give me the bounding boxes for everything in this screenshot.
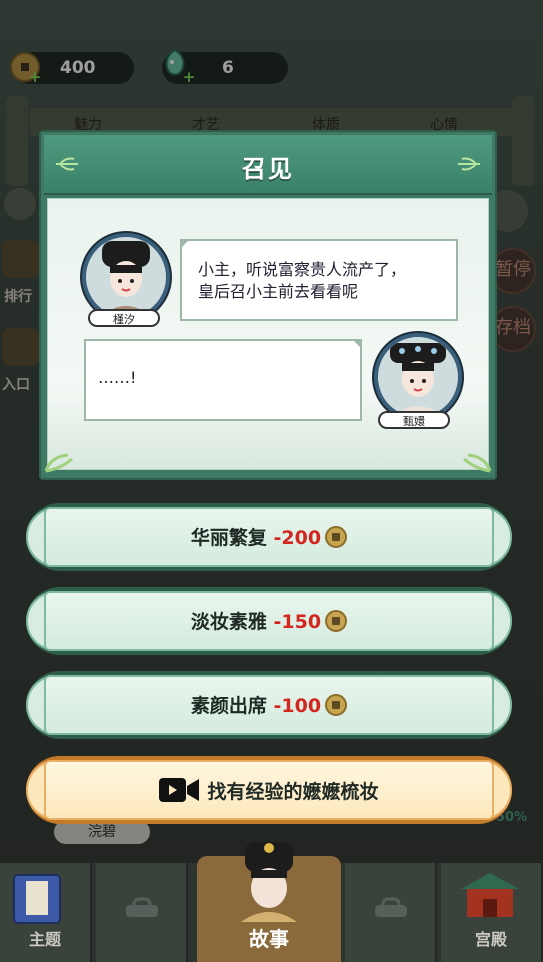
option-label-row: 找有经验的嬷嬷梳妆: [26, 776, 512, 804]
jinxi-portrait-icon: [100, 241, 152, 317]
option-label: 华丽繁复: [190, 527, 267, 549]
option-cost: -200: [273, 527, 322, 549]
video-option-label: 找有经验的嬷嬷梳妆: [207, 781, 379, 803]
option-label-row: 淡妆素雅 -150: [26, 607, 512, 634]
option-label-row: 素颜出席 -100: [26, 691, 512, 718]
zhenhuan-avatar: [374, 333, 462, 421]
leaf-ornament-icon: [458, 157, 480, 171]
video-camera-icon: [159, 778, 200, 802]
jinxi-line-1: 小主，听说富察贵人流产了，: [198, 260, 407, 279]
jinxi-name: 槿汐: [113, 313, 135, 326]
lock-icon: [126, 897, 158, 917]
palace-icon: [461, 873, 519, 917]
leaf-ornament-icon: [463, 453, 492, 473]
zhenhuan-speech-bubble: ……!: [84, 339, 362, 421]
option-label: 淡妆素雅: [190, 611, 267, 633]
option-lavish-button[interactable]: 华丽繁复 -200: [26, 503, 512, 571]
leaf-ornament-icon: [44, 453, 73, 473]
zhenhuan-portrait-icon: [390, 343, 446, 417]
option-plain-button[interactable]: 素颜出席 -100: [26, 671, 512, 739]
dialog-body: 槿汐 小主，听说富察贵人流产了， 皇后召小主前去看看呢 ……! 甄嬛: [44, 198, 492, 473]
nav-theme-label: 主题: [28, 930, 61, 949]
bubble-fold: [352, 339, 362, 349]
option-label: 素颜出席: [190, 695, 267, 717]
empress-portrait-icon: [241, 842, 297, 922]
nav-locked-2[interactable]: [345, 863, 437, 962]
nav-palace[interactable]: 宫殿: [441, 863, 543, 962]
jinxi-speech-bubble: 小主，听说富察贵人流产了， 皇后召小主前去看看呢: [180, 239, 458, 321]
option-cost: -100: [273, 695, 322, 717]
option-cost: -150: [273, 611, 322, 633]
zhenhuan-line: ……!: [98, 368, 137, 387]
nav-palace-label: 宫殿: [474, 930, 507, 949]
nav-locked-1[interactable]: [96, 863, 188, 962]
watch-video-button[interactable]: 找有经验的嬷嬷梳妆: [26, 756, 512, 824]
jinxi-line-2: 皇后召小主前去看看呢: [198, 282, 359, 301]
nav-story-label: 故事: [249, 927, 289, 951]
zhenhuan-name: 甄嬛: [403, 415, 425, 428]
bubble-fold: [180, 239, 190, 249]
coin-icon: [325, 610, 348, 632]
coin-icon: [325, 526, 348, 548]
summon-dialog: 召见 槿汐 小主，听说富察贵人流产了， 皇后召小主前去看看呢 ……! 甄嬛: [39, 130, 497, 480]
option-elegant-button[interactable]: 淡妆素雅 -150: [26, 587, 512, 655]
nav-theme[interactable]: 主题: [0, 863, 92, 962]
zhenhuan-name-tag: 甄嬛: [378, 411, 450, 429]
dialog-header: 召见: [44, 135, 492, 195]
jinxi-avatar: [82, 233, 170, 321]
dialog-title: 召见: [242, 155, 294, 183]
coin-icon: [325, 694, 348, 716]
nav-story[interactable]: 故事: [197, 842, 341, 962]
jinxi-name-tag: 槿汐: [88, 309, 160, 327]
book-icon: [13, 874, 61, 924]
lock-icon: [375, 897, 407, 917]
option-label-row: 华丽繁复 -200: [26, 523, 512, 550]
